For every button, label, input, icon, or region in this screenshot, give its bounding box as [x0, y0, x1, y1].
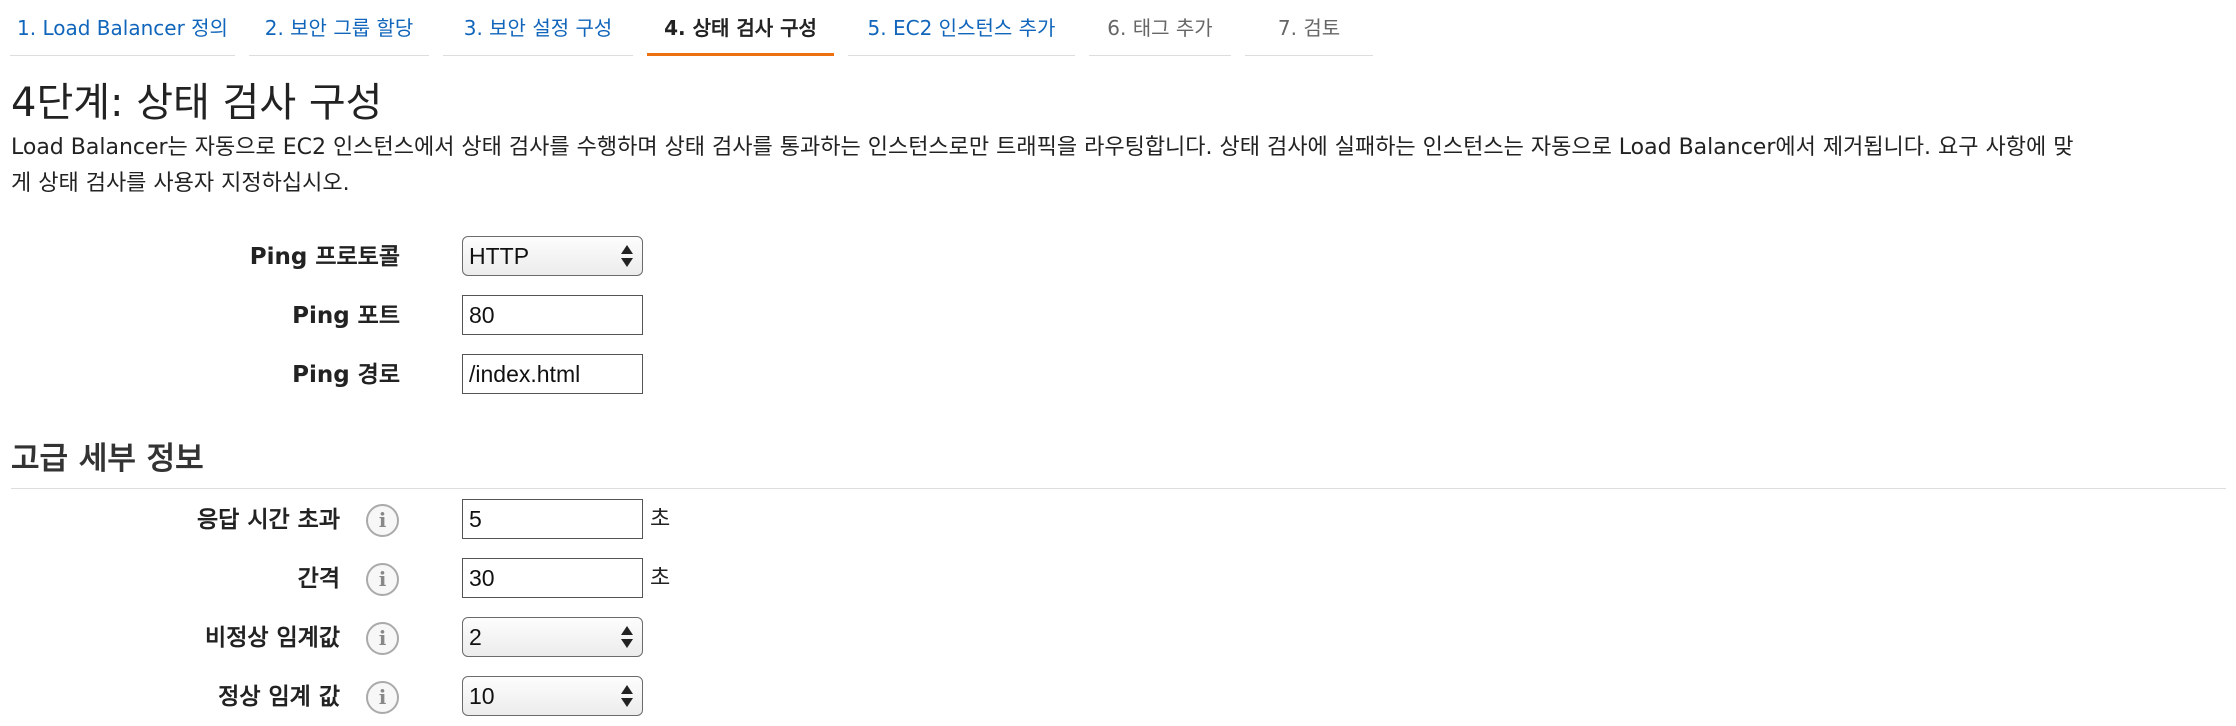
response-timeout-label: 응답 시간 초과 [197, 507, 340, 533]
unhealthy-threshold-row: 비정상 임계값 i 2 [0, 617, 1000, 659]
unhealthy-threshold-value: 2 [469, 624, 482, 650]
unhealthy-threshold-select[interactable]: 2 [462, 617, 643, 657]
tab-configure-health-check[interactable]: 4. 상태 검사 구성 [647, 0, 834, 56]
interval-row: 간격 i 30 초 [0, 558, 1000, 600]
ping-protocol-select[interactable]: HTTP [462, 236, 643, 276]
tab-review[interactable]: 7. 검토 [1245, 0, 1373, 56]
info-icon[interactable]: i [366, 504, 399, 537]
ping-protocol-label: Ping 프로토콜 [249, 244, 400, 270]
wizard-steps: 1. Load Balancer 정의 2. 보안 그룹 할당 3. 보안 설정… [10, 0, 1387, 56]
ping-protocol-row: Ping 프로토콜 HTTP [0, 236, 1000, 278]
info-icon[interactable]: i [366, 622, 399, 655]
response-timeout-row: 응답 시간 초과 i 5 초 [0, 499, 1000, 541]
ping-path-row: Ping 경로 /index.html [0, 354, 1000, 396]
tab-load-balancer-define[interactable]: 1. Load Balancer 정의 [10, 0, 235, 56]
healthy-threshold-label: 정상 임계 값 [218, 684, 340, 710]
ping-port-input[interactable]: 80 [462, 295, 643, 335]
info-icon[interactable]: i [366, 681, 399, 714]
unhealthy-threshold-label: 비정상 임계값 [205, 625, 340, 651]
advanced-section-title: 고급 세부 정보 [11, 441, 204, 477]
page-title: 4단계: 상태 검사 구성 [11, 80, 383, 126]
info-icon[interactable]: i [366, 563, 399, 596]
ping-path-label: Ping 경로 [292, 362, 400, 388]
tab-add-ec2-instances[interactable]: 5. EC2 인스턴스 추가 [848, 0, 1075, 56]
ping-port-row: Ping 포트 80 [0, 295, 1000, 337]
select-arrows-icon [621, 626, 633, 648]
select-arrows-icon [621, 685, 633, 707]
interval-label: 간격 [297, 566, 340, 592]
tab-add-tags[interactable]: 6. 태그 추가 [1089, 0, 1231, 56]
healthy-threshold-select[interactable]: 10 [462, 676, 643, 716]
select-arrows-icon [621, 245, 633, 267]
healthy-threshold-value: 10 [469, 683, 495, 709]
interval-unit: 초 [650, 566, 671, 591]
healthy-threshold-row: 정상 임계 값 i 10 [0, 676, 1000, 718]
page-description: Load Balancer는 자동으로 EC2 인스턴스에서 상태 검사를 수행… [11, 135, 2074, 196]
tab-configure-security-settings[interactable]: 3. 보안 설정 구성 [443, 0, 633, 56]
tab-assign-security-groups[interactable]: 2. 보안 그룹 할당 [249, 0, 429, 56]
response-timeout-unit: 초 [650, 507, 671, 532]
response-timeout-input[interactable]: 5 [462, 499, 643, 539]
ping-path-input[interactable]: /index.html [462, 354, 643, 394]
section-divider [11, 488, 2226, 489]
ping-port-label: Ping 포트 [292, 303, 400, 329]
ping-protocol-value: HTTP [469, 243, 530, 269]
interval-input[interactable]: 30 [462, 558, 643, 598]
